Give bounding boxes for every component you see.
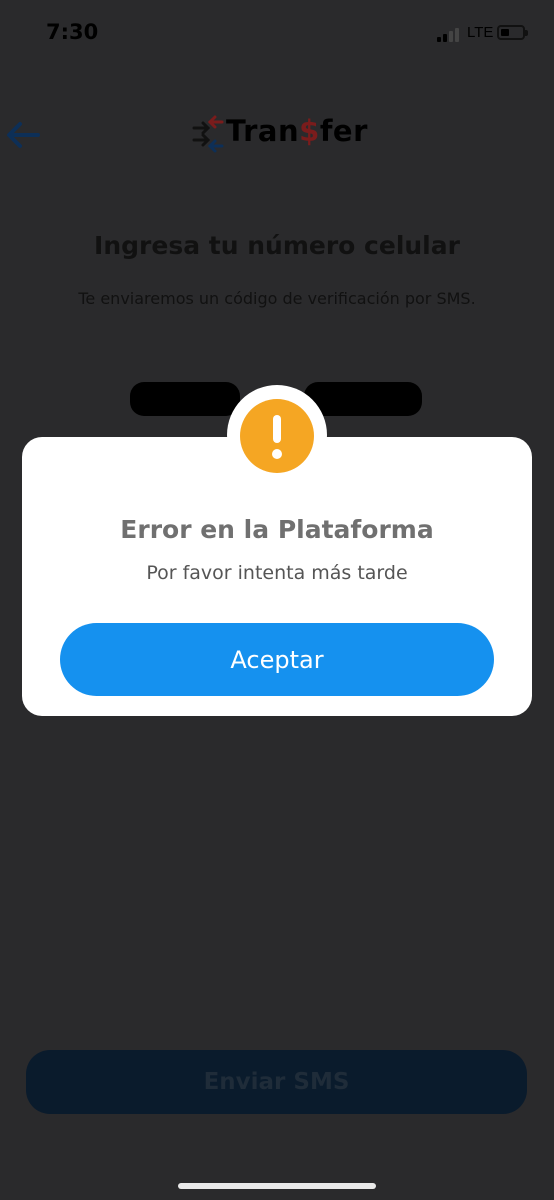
arrow-left-icon (7, 122, 40, 148)
redacted-phone-left (130, 382, 240, 416)
home-indicator[interactable] (178, 1183, 376, 1189)
logo-wordmark: Tran$fer (226, 114, 368, 148)
exclamation-glyph (272, 415, 282, 459)
network-type: LTE (467, 24, 494, 41)
dialog-title: Error en la Plataforma (120, 515, 434, 544)
page-title: Ingresa tu número celular (94, 231, 460, 260)
signal-strength-icon (437, 26, 463, 42)
exclamation-icon (240, 399, 314, 473)
battery-icon (497, 25, 528, 40)
status-bar: 7:30 LTE (0, 0, 554, 66)
transfer-arrows-icon (192, 115, 224, 153)
dialog-message: Por favor intenta más tarde (146, 562, 408, 584)
redacted-phone-right (304, 382, 422, 416)
send-sms-button[interactable]: Enviar SMS (26, 1050, 527, 1114)
status-time: 7:30 (46, 20, 99, 44)
accept-button[interactable]: Aceptar (60, 623, 494, 696)
back-button[interactable] (4, 118, 42, 152)
page-subtitle: Te enviaremos un código de verificación … (78, 289, 476, 308)
transfer-logo: Tran$fer (192, 114, 367, 154)
